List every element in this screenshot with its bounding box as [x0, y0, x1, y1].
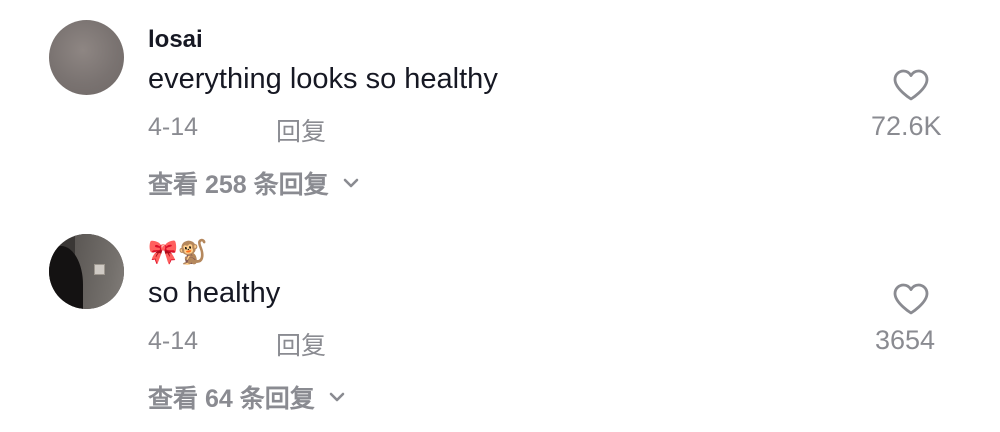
view-replies-button[interactable]: 查看 64 条回复 — [148, 379, 347, 415]
comment-username[interactable]: 🎀🐒 — [148, 238, 208, 267]
chevron-down-icon — [329, 392, 345, 402]
reply-button[interactable]: 回复 — [276, 112, 326, 148]
view-replies-label: 查看 64 条回复 — [148, 385, 315, 413]
view-replies-label: 查看 258 条回复 — [148, 171, 329, 199]
chevron-down-icon — [343, 178, 358, 188]
comment-date: 4-14 — [148, 327, 199, 355]
comment-username[interactable]: losai — [148, 26, 203, 54]
avatar-detail — [94, 264, 105, 275]
like-count: 72.6K — [871, 111, 942, 141]
comment-item: losai everything looks so healthy 4-14 回… — [0, 0, 1000, 200]
avatar[interactable] — [49, 234, 124, 309]
comment-item: 🎀🐒 so healthy 4-14 回复 查看 64 条回复 3654 — [0, 214, 1000, 414]
like-count: 3654 — [875, 325, 936, 355]
reply-button[interactable]: 回复 — [276, 326, 326, 362]
heart-icon[interactable] — [892, 68, 930, 102]
comment-date: 4-14 — [148, 113, 199, 141]
avatar[interactable] — [49, 20, 124, 95]
comment-text: so healthy — [148, 277, 281, 309]
view-replies-button[interactable]: 查看 258 条回复 — [148, 165, 361, 201]
heart-icon[interactable] — [892, 282, 930, 316]
comment-text: everything looks so healthy — [148, 63, 498, 95]
